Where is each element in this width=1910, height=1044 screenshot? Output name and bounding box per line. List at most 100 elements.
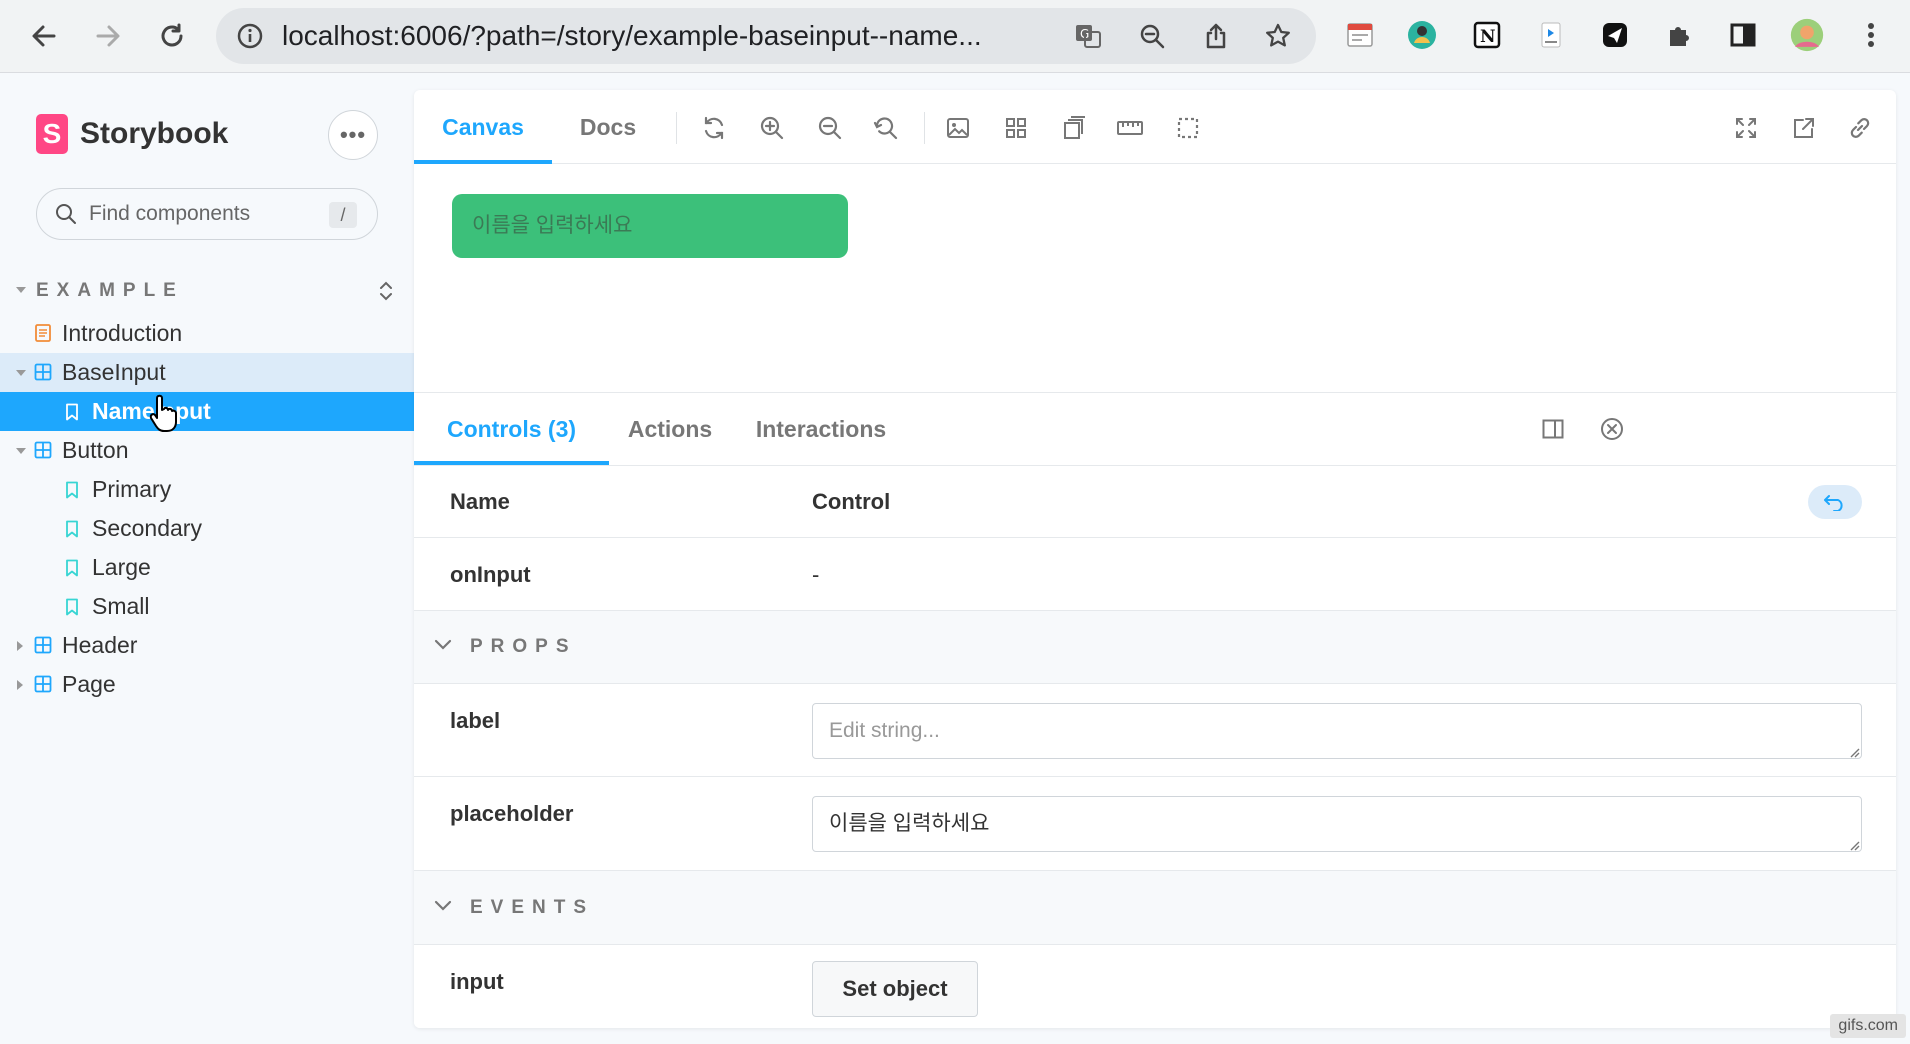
section-label: PROPS: [470, 636, 577, 657]
controls-header-row: Name Control: [414, 466, 1896, 538]
sidebar-item-baseinput[interactable]: BaseInput: [0, 353, 414, 392]
tab-canvas[interactable]: Canvas: [414, 90, 552, 164]
profile-avatar-icon[interactable]: [1790, 18, 1824, 52]
placeholder-text-field[interactable]: 이름을 입력하세요: [812, 796, 1862, 852]
story-bookmark-icon: [66, 598, 78, 616]
component-icon: [34, 441, 52, 459]
story-bookmark-icon: [66, 559, 78, 577]
label-text-field[interactable]: Edit string...: [812, 703, 1862, 759]
tab-docs[interactable]: Docs: [552, 90, 664, 164]
section-events[interactable]: EVENTS: [414, 871, 1896, 945]
grid-icon[interactable]: [1002, 114, 1030, 142]
side-panel-icon[interactable]: [1726, 18, 1760, 52]
share-icon[interactable]: [1200, 20, 1232, 52]
sidebar-item-small[interactable]: Small: [0, 587, 414, 626]
search-shortcut-key: /: [329, 202, 357, 228]
arg-value: -: [812, 562, 820, 587]
sidebar-menu-button[interactable]: •••: [328, 110, 378, 160]
sidebar-item-large[interactable]: Large: [0, 548, 414, 587]
translate-icon[interactable]: G: [1072, 20, 1104, 52]
forward-arrow-icon: [96, 25, 120, 47]
sidebar-item-secondary[interactable]: Secondary: [0, 509, 414, 548]
sidebar-item-label: BaseInput: [62, 359, 166, 385]
tab-interactions[interactable]: Interactions: [731, 393, 911, 465]
sidebar-item-header[interactable]: Header: [0, 626, 414, 665]
control-row-input: input Set object: [414, 945, 1896, 1028]
toolbar-divider: [924, 112, 925, 144]
forward-button[interactable]: [88, 16, 128, 56]
search-input[interactable]: Find components /: [36, 188, 378, 240]
outline-icon[interactable]: [1174, 114, 1202, 142]
caret-right-icon: [17, 641, 23, 651]
storybook-brand[interactable]: S Storybook: [36, 114, 228, 154]
tab-actions[interactable]: Actions: [609, 393, 731, 465]
tab-controls[interactable]: Controls (3): [414, 393, 609, 465]
arg-name: onInput: [450, 562, 531, 587]
panel-orientation-icon[interactable]: [1542, 419, 1564, 439]
sidebar-item-label: Small: [92, 593, 150, 619]
zoom-reset-icon[interactable]: [872, 114, 900, 142]
notion-icon[interactable]: N: [1470, 18, 1504, 52]
preview-toolbar: Canvas Docs: [414, 90, 1896, 164]
sidebar-item-label: Primary: [92, 476, 172, 502]
bookmark-icon: [66, 403, 78, 421]
close-panel-icon[interactable]: [1600, 417, 1624, 441]
section-example[interactable]: EXAMPLE: [14, 276, 394, 306]
main-panel: Canvas Docs 이름을 입력하세요 Controls (3) Actio…: [414, 90, 1896, 1028]
storybook-logo-icon: S: [36, 114, 68, 154]
control-row-placeholder: placeholder 이름을 입력하세요: [414, 777, 1896, 871]
extensions-puzzle-icon[interactable]: [1662, 18, 1696, 52]
section-title: EXAMPLE: [36, 280, 184, 301]
component-icon: [34, 363, 52, 381]
story-canvas: 이름을 입력하세요: [414, 164, 1896, 392]
svg-text:N: N: [1480, 27, 1496, 47]
section-props[interactable]: PROPS: [414, 611, 1896, 684]
undo-icon: [1824, 495, 1843, 511]
copy-link-icon[interactable]: [1846, 114, 1874, 142]
sidebar-item-label: Secondary: [92, 515, 202, 541]
set-object-button[interactable]: Set object: [812, 961, 978, 1017]
browser-menu-icon[interactable]: [1854, 18, 1888, 52]
section-label: EVENTS: [470, 897, 595, 918]
caret-down-icon: [16, 448, 26, 454]
sidebar-item-introduction[interactable]: Introduction: [0, 314, 414, 353]
url-text: localhost:6006/?path=/story/example-base…: [282, 20, 982, 51]
sidebar-item-primary[interactable]: Primary: [0, 470, 414, 509]
resize-handle-icon[interactable]: [1850, 748, 1860, 758]
sidebar-item-label: Button: [62, 437, 129, 463]
sidebar-item-page[interactable]: Page: [0, 665, 414, 704]
reset-controls-button[interactable]: [1808, 485, 1862, 519]
extension-avatar-icon[interactable]: [1405, 18, 1439, 52]
sidebar-item-button[interactable]: Button: [0, 431, 414, 470]
remount-icon[interactable]: [700, 114, 728, 142]
zoom-out-icon[interactable]: [816, 114, 844, 142]
arg-name: input: [450, 969, 504, 994]
measure-icon[interactable]: [1116, 114, 1144, 142]
background-icon[interactable]: [944, 114, 972, 142]
expand-collapse-icon[interactable]: [378, 280, 394, 302]
sidebar-item-nameinput[interactable]: NameInput: [0, 392, 414, 432]
extension-calendar-icon[interactable]: [1343, 18, 1377, 52]
fullscreen-icon[interactable]: [1732, 114, 1760, 142]
bookmark-star-icon[interactable]: [1262, 20, 1294, 52]
resize-handle-icon[interactable]: [1850, 841, 1860, 851]
address-bar[interactable]: localhost:6006/?path=/story/example-base…: [216, 8, 1316, 64]
extension-doc-icon[interactable]: [1534, 18, 1568, 52]
story-bookmark-icon: [66, 481, 78, 499]
document-icon: [35, 324, 51, 342]
viewport-icon[interactable]: [1058, 114, 1086, 142]
brand-name: Storybook: [80, 117, 229, 150]
name-input-preview[interactable]: 이름을 입력하세요: [452, 194, 848, 258]
back-button[interactable]: [24, 16, 64, 56]
addons-panel: Controls (3) Actions Interactions Name C…: [414, 392, 1896, 1028]
site-info-icon[interactable]: [234, 20, 266, 52]
send-icon[interactable]: [1598, 18, 1632, 52]
reload-button[interactable]: [152, 16, 192, 56]
open-new-tab-icon[interactable]: [1790, 114, 1818, 142]
control-row-label: label Edit string...: [414, 684, 1896, 777]
sidebar-item-label: Header: [62, 632, 138, 658]
column-name-header: Name: [450, 489, 510, 514]
zoom-in-icon[interactable]: [758, 114, 786, 142]
zoom-icon[interactable]: [1136, 20, 1168, 52]
watermark: gifs.com: [1830, 1014, 1906, 1038]
